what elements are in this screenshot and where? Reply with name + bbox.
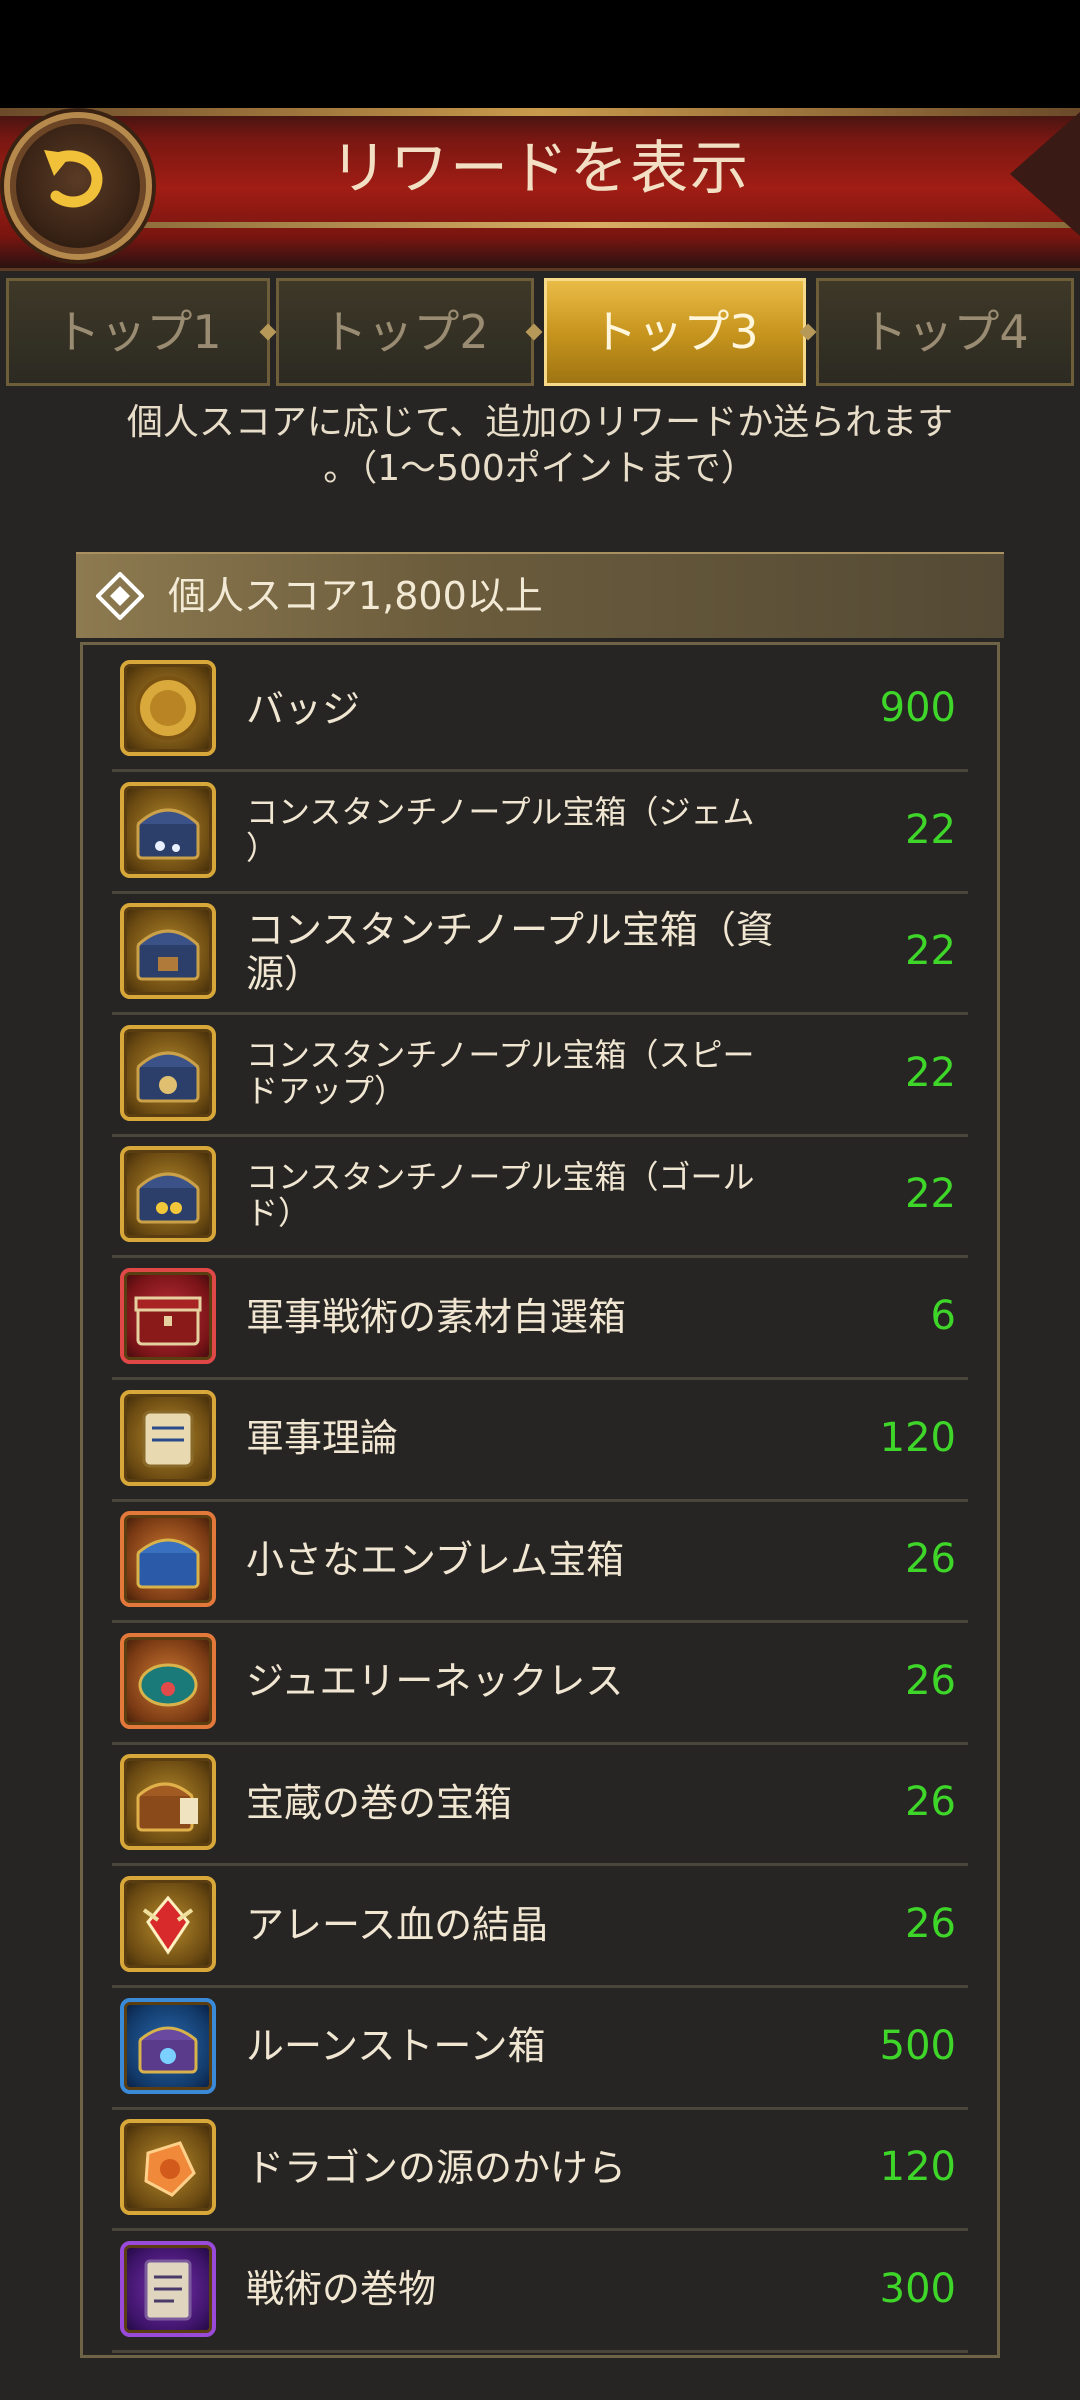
reward-count: 22 [905,1171,956,1218]
blood-crystal-icon[interactable] [120,1876,216,1972]
reward-name-text: 軍事理論 [246,1416,399,1461]
reward-row: 宝蔵の巻の宝箱 26 [112,1742,968,1867]
header-trim [0,108,1080,116]
reward-name: コンスタンチノープル宝箱（スピー ドアップ） [246,1013,806,1134]
info-text: 個人スコアに応じて、追加のリワードか送られます 。（1〜500ポイントまで） [60,400,1020,492]
reward-name: 小さなエンブレム宝箱 [246,1499,806,1620]
reward-name: ドラゴンの源のかけら [246,2107,806,2228]
reward-name-line: コンスタンチノープル宝箱（ジェム [246,793,755,832]
tab-top1[interactable]: トップ1 [6,278,270,386]
gold-chest-icon[interactable] [120,1146,216,1243]
reward-row: ジュエリーネックレス 26 [112,1621,968,1745]
info-line-1: 個人スコアに応じて、追加のリワードか送られます [126,402,954,443]
badge-icon[interactable] [120,660,216,756]
reward-count: 22 [905,806,956,853]
reward-name-line: ） [246,829,279,868]
section-title: 個人スコア1,800以上 [168,574,543,618]
info-line-2: 。（1〜500ポイントまで） [323,448,757,489]
reward-row: ルーンストーン箱 500 [112,1986,968,2110]
reward-name: 戦術の巻物 [246,2229,806,2350]
reward-name-line: コンスタンチノープル宝箱（スピー [246,1036,755,1075]
reward-count: 22 [905,928,956,975]
tactics-material-box-icon[interactable] [120,1268,216,1364]
back-arrow-icon [44,150,103,208]
reward-count: 120 [879,2144,956,2191]
reward-row: 戦術の巻物 300 [112,2229,968,2353]
reward-row: コンスタンチノープル宝箱（スピー ドアップ） 22 [112,1013,968,1137]
reward-name: ジュエリーネックレス [246,1621,806,1742]
resource-chest-icon[interactable] [120,903,216,1000]
reward-name-text: ジュエリーネックレス [246,1659,624,1704]
reward-row: バッジ 900 [112,648,968,772]
reward-count: 900 [879,685,956,731]
reward-name-text: 軍事戦術の素材自選箱 [246,1294,627,1339]
status-bar [0,0,1080,108]
reward-count: 26 [905,1901,956,1947]
runestone-box-icon[interactable] [120,1997,216,2094]
reward-row: 小さなエンブレム宝箱 26 [112,1499,968,1624]
reward-count: 26 [905,1779,956,1826]
reward-name-text: バッジ [246,686,361,731]
reward-name-line: ド） [246,1193,311,1232]
speedup-chest-icon[interactable] [120,1024,216,1121]
tab-bar: トップ1 トップ2 トップ3 トップ4 [0,278,1080,390]
reward-name: 宝蔵の巻の宝箱 [246,1742,806,1863]
diamond-icon [96,572,144,620]
reward-row: 軍事戦術の素材自選箱 6 [112,1256,968,1380]
reward-row: コンスタンチノープル宝箱（ジェム） 22 [112,770,968,894]
reward-name-text: 宝蔵の巻の宝箱 [246,1780,513,1825]
reward-name-text: 戦術の巻物 [246,2267,437,2312]
page-title: リワードを表示 [329,134,750,202]
reward-row: アレース血の結晶 26 [112,1864,968,1988]
reward-name: コンスタンチノープル宝箱（ジェム） [246,770,806,891]
necklace-icon[interactable] [120,1632,216,1729]
reward-count: 300 [879,2265,956,2312]
dragon-fragment-icon[interactable] [120,2119,216,2216]
reward-name-text: ドラゴンの源のかけら [246,2145,627,2190]
reward-row: ドラゴンの源のかけら 120 [112,2107,968,2232]
reward-count: 6 [930,1293,956,1339]
section-header: 個人スコア1,800以上 [76,552,1004,638]
scroll-icon[interactable] [120,1389,216,1486]
reward-name-line: コンスタンチノープル宝箱（ゴール [246,1157,755,1196]
reward-name-text: アレース血の結晶 [246,1902,549,1947]
reward-count: 120 [879,1414,956,1461]
header-trim-bottom [110,222,1080,228]
reward-name: ルーンストーン箱 [246,1986,806,2107]
reward-name-line: ドアップ） [246,1072,407,1111]
reward-count: 500 [879,2022,956,2069]
tab-top2[interactable]: トップ2 [276,278,534,386]
reward-row: 軍事理論 120 [112,1378,968,1502]
reward-name: コンスタンチノープル宝箱（ゴール ド） [246,1134,806,1255]
reward-name: 軍事戦術の素材自選箱 [246,1256,806,1377]
treasure-scroll-chest-icon[interactable] [120,1754,216,1851]
tab-top4[interactable]: トップ4 [816,278,1074,386]
back-button[interactable] [4,112,152,260]
reward-row: コンスタンチノープル宝箱（資源） 22 [112,891,968,1016]
reward-name-text: コンスタンチノープル宝箱（資源） [246,907,774,996]
reward-row: コンスタンチノープル宝箱（ゴール ド） 22 [112,1134,968,1259]
gem-chest-icon[interactable] [120,781,216,878]
reward-count: 26 [905,1657,956,1704]
reward-name-text: 小さなエンブレム宝箱 [246,1537,625,1582]
reward-count: 26 [905,1536,956,1583]
tactics-scroll-icon[interactable] [120,2240,216,2337]
reward-name: バッジ [246,648,806,769]
tab-top3[interactable]: トップ3 [544,278,806,386]
reward-count: 22 [905,1049,956,1096]
emblem-chest-icon[interactable] [120,1511,216,1608]
reward-name: アレース血の結晶 [246,1864,806,1985]
reward-name: コンスタンチノープル宝箱（資源） [246,891,806,1012]
reward-name-text: ルーンストーン箱 [246,2024,546,2069]
reward-name: 軍事理論 [246,1378,806,1499]
